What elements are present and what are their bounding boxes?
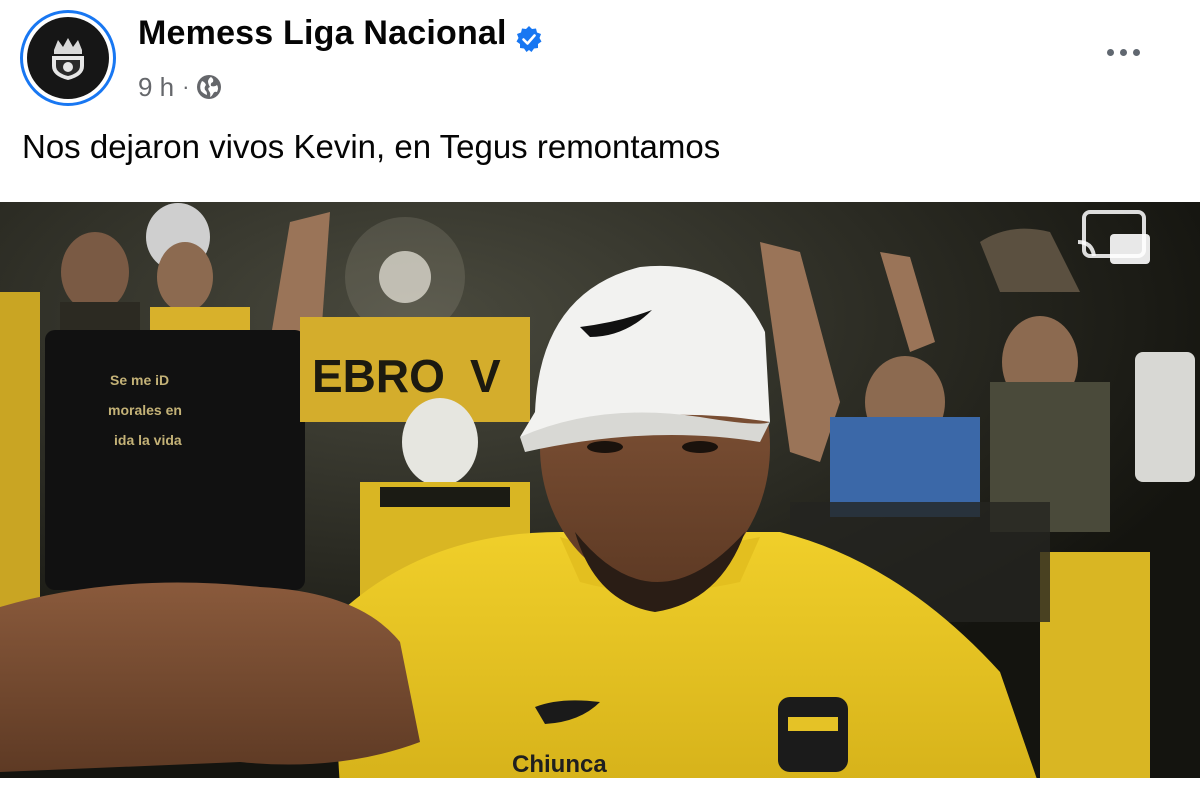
avatar-logo xyxy=(27,17,109,99)
more-dot xyxy=(1106,48,1114,56)
post-header: Memess Liga Nacional 9 h · xyxy=(0,0,1200,120)
more-dot xyxy=(1119,48,1127,56)
svg-text:ida la vida: ida la vida xyxy=(114,432,182,448)
svg-text:Chiunca: Chiunca xyxy=(512,751,607,778)
post-caption: Nos dejaron vivos Kevin, en Tegus remont… xyxy=(22,128,721,165)
more-options-button[interactable] xyxy=(1096,30,1150,74)
more-dot xyxy=(1132,48,1140,56)
video-frame: Se me iD morales en ida la vida EBRO V C… xyxy=(0,202,1200,788)
meta-separator: · xyxy=(182,74,190,99)
facebook-post: Memess Liga Nacional 9 h · Nos dejaron v… xyxy=(0,0,1200,788)
post-meta: 9 h · xyxy=(138,70,223,104)
page-name-link[interactable]: Memess Liga Nacional xyxy=(138,14,507,53)
post-bottom-edge xyxy=(0,778,1200,788)
svg-text:morales en: morales en xyxy=(108,402,182,418)
svg-text:Se me iD: Se me iD xyxy=(110,372,169,388)
svg-text:V: V xyxy=(470,350,501,402)
globe-icon[interactable] xyxy=(195,73,223,101)
post-video[interactable]: Se me iD morales en ida la vida EBRO V C… xyxy=(0,202,1200,788)
post-timestamp[interactable]: 9 h xyxy=(138,72,174,103)
page-avatar[interactable] xyxy=(20,10,116,106)
svg-text:EBRO: EBRO xyxy=(312,350,445,402)
verified-badge-icon xyxy=(516,26,542,52)
